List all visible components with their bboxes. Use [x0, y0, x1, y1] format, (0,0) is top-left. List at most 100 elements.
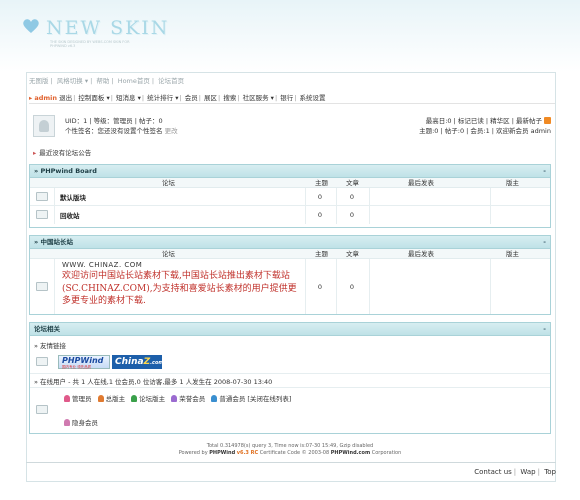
- user-info: UID：1 | 等级：管理员 | 帖子：0 个性签名：您还没有设置个性签名 更改: [65, 116, 178, 136]
- signature-edit-link[interactable]: 更改: [165, 127, 178, 135]
- col-topics: 主题: [315, 250, 328, 258]
- nav-members[interactable]: 会员: [185, 94, 198, 102]
- topic-count: 0: [317, 211, 323, 219]
- footer-divider: [26, 462, 556, 463]
- logo-title: NEW SKIN: [46, 17, 170, 39]
- hidden-members: 隐身会员: [64, 417, 98, 427]
- board-title: 论坛相关: [34, 325, 60, 333]
- user-icon: [211, 395, 218, 402]
- footer-stats: Total 0.314978(s) query 3, Time now is:0…: [206, 443, 374, 449]
- announcement-text[interactable]: 最近没有论坛公告: [39, 149, 91, 157]
- col-moderator: 版主: [506, 179, 519, 187]
- collapse-icon[interactable]: -: [543, 165, 546, 178]
- col-last-post: 最后发表: [408, 179, 434, 187]
- collapse-icon[interactable]: -: [543, 323, 546, 336]
- user-icon: [97, 395, 104, 402]
- topnav-home[interactable]: Home首页: [118, 77, 150, 85]
- table-header: 论坛 主题 文章 最后发表 版主: [30, 178, 550, 188]
- nav-logout[interactable]: 退出: [59, 94, 72, 102]
- nav-bank[interactable]: 银行: [280, 94, 293, 102]
- announcement: ▸ 最近没有论坛公告: [33, 147, 91, 157]
- contact-link[interactable]: Contact us: [474, 468, 512, 476]
- rss-icon[interactable]: [544, 117, 551, 124]
- post-count: 0: [349, 211, 355, 219]
- forum-stats: 最高日:0 | 标记已读 | 精华区 | 最新帖子 主题:0 | 帖子:0 | …: [419, 116, 551, 136]
- forum-url[interactable]: WWW. CHINAZ. COM: [62, 261, 142, 269]
- phpwind-site-link[interactable]: PHPWind.com: [331, 450, 370, 456]
- user-stats: UID：1 | 等级：管理员 | 帖子：0: [65, 117, 163, 125]
- table-row[interactable]: WWW. CHINAZ. COM 欢迎访问中国站长站素材下载,中国站长站推出素材…: [30, 259, 550, 314]
- logo-subtitle: THE SKIN DESIGNED BY WEBS.COM SKIN FOR P…: [50, 40, 130, 48]
- board-related: 论坛相关 - » 友情链接 PHPWind 国内专业 领先品质 ChinaZ.com…: [29, 322, 551, 434]
- phpwind-link-logo[interactable]: PHPWind 国内专业 领先品质: [58, 355, 110, 369]
- board-chinaz: » 中国站长站 - 论坛 主题 文章 最后发表 版主 WWW. CHINAZ. C…: [29, 235, 551, 315]
- current-user-link[interactable]: admin: [34, 94, 57, 102]
- col-posts: 文章: [346, 250, 359, 258]
- signature-label: 个性签名：: [65, 127, 98, 135]
- online-icon: [36, 405, 48, 414]
- topnav-forum-home[interactable]: 论坛首页: [158, 77, 184, 85]
- forum-icon: [36, 210, 48, 219]
- board-phpwind: » PHPwind Board - 论坛 主题 文章 最后发表 版主 默认版块 0…: [29, 164, 551, 228]
- phpwind-link[interactable]: PHPWind: [209, 450, 235, 456]
- topnav-style-switch[interactable]: 风格切换 ▾: [57, 77, 88, 85]
- nav-settings[interactable]: 系统设置: [300, 94, 326, 102]
- user-icon: [64, 419, 70, 426]
- forum-description[interactable]: 欢迎访问中国站长站素材下载,中国站长站推出素材下载站(SC.CHINAZ.COM…: [62, 270, 300, 308]
- col-forum: 论坛: [162, 179, 175, 187]
- nav-showcase[interactable]: 展区: [204, 94, 217, 102]
- col-last-post: 最后发表: [408, 250, 434, 258]
- user-icon: [171, 395, 178, 402]
- col-moderator: 版主: [506, 250, 519, 258]
- col-posts: 文章: [346, 179, 359, 187]
- user-icon: [64, 395, 70, 402]
- top-nav: 无图版 | 风格切换 ▾ | 帮助 | Home首页 | 论坛首页: [29, 77, 185, 85]
- top-link[interactable]: Top: [544, 468, 556, 476]
- nav-community[interactable]: 社区服务 ▾: [243, 94, 274, 102]
- table-header: 论坛 主题 文章 最后发表 版主: [30, 249, 550, 259]
- legend-honor: 荣誉会员: [171, 395, 205, 403]
- nav-divider: [29, 103, 555, 104]
- forum-stats-links[interactable]: 最高日:0 | 标记已读 | 精华区 | 最新帖子: [426, 117, 542, 125]
- forum-name[interactable]: 默认版块: [60, 192, 86, 202]
- chinaz-link-logo[interactable]: ChinaZ.com: [112, 355, 164, 369]
- legend-forum-mod: 论坛版主: [131, 395, 165, 403]
- user-icon: [131, 395, 138, 402]
- forum-stats-counts: 主题:0 | 帖子:0 | 会员:1 | 欢迎新会员 admin: [419, 127, 551, 135]
- collapse-icon[interactable]: -: [543, 236, 546, 249]
- wap-link[interactable]: Wap: [520, 468, 535, 476]
- topnav-help[interactable]: 帮助: [96, 77, 109, 85]
- nav-rankings[interactable]: 统计排行 ▾: [147, 94, 178, 102]
- close-online-list-link[interactable]: [关闭在线列表]: [247, 395, 291, 403]
- forum-icon: [36, 282, 48, 291]
- board-title: PHPwind Board: [40, 167, 97, 175]
- legend-normal: 普通会员: [211, 395, 245, 403]
- topnav-no-image[interactable]: 无图版: [29, 77, 49, 85]
- bottom-links: Contact us | Wap | Top: [474, 468, 556, 476]
- links-icon: [36, 357, 48, 366]
- board-header[interactable]: » 中国站长站 -: [30, 236, 550, 249]
- forum-icon: [36, 192, 48, 201]
- board-header[interactable]: 论坛相关 -: [30, 323, 550, 336]
- user-group-legend: 管理员 总版主 论坛版主 荣誉会员 普通会员 [关闭在线列表]: [64, 393, 291, 403]
- nav-control-panel[interactable]: 控制面板 ▾: [78, 94, 109, 102]
- board-header[interactable]: » PHPwind Board -: [30, 165, 550, 178]
- forum-name[interactable]: 回收站: [60, 210, 80, 220]
- table-row[interactable]: 回收站 0 0: [30, 206, 550, 224]
- table-row[interactable]: 默认版块 0 0: [30, 188, 550, 206]
- post-count: 0: [349, 283, 355, 291]
- site-logo[interactable]: NEW SKIN THE SKIN DESIGNED BY WEBS.COM S…: [22, 14, 182, 54]
- signature-value: 您还没有设置个性签名: [97, 127, 163, 135]
- col-forum: 论坛: [162, 250, 175, 258]
- board-title: 中国站长站: [40, 238, 73, 246]
- avatar[interactable]: [33, 115, 55, 137]
- col-topics: 主题: [315, 179, 328, 187]
- nav-messages[interactable]: 短消息 ▾: [116, 94, 141, 102]
- topic-count: 0: [317, 193, 323, 201]
- arrow-icon: ▸: [33, 149, 37, 157]
- friend-links-label: » 友情链接: [34, 342, 67, 350]
- legend-admin: 管理员: [64, 395, 92, 403]
- nav-search[interactable]: 搜索: [223, 94, 236, 102]
- heart-icon: [23, 19, 39, 33]
- topic-count: 0: [317, 283, 323, 291]
